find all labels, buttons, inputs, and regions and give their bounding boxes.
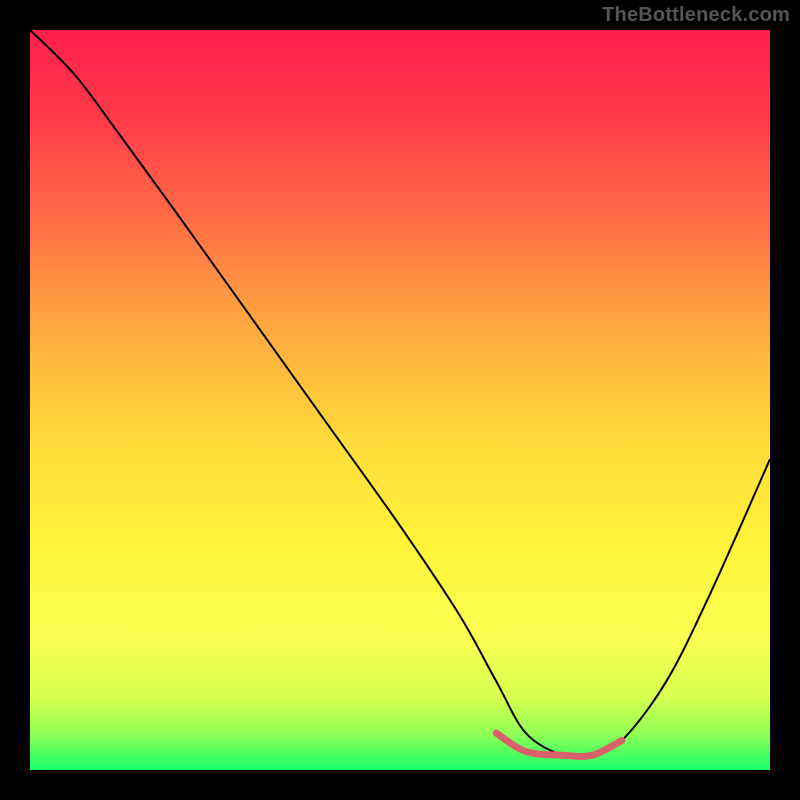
chart-frame: TheBottleneck.com	[0, 0, 800, 800]
plot-svg	[30, 30, 770, 770]
gradient-background	[30, 30, 770, 770]
watermark-label: TheBottleneck.com	[602, 4, 790, 27]
plot-area	[30, 30, 770, 770]
